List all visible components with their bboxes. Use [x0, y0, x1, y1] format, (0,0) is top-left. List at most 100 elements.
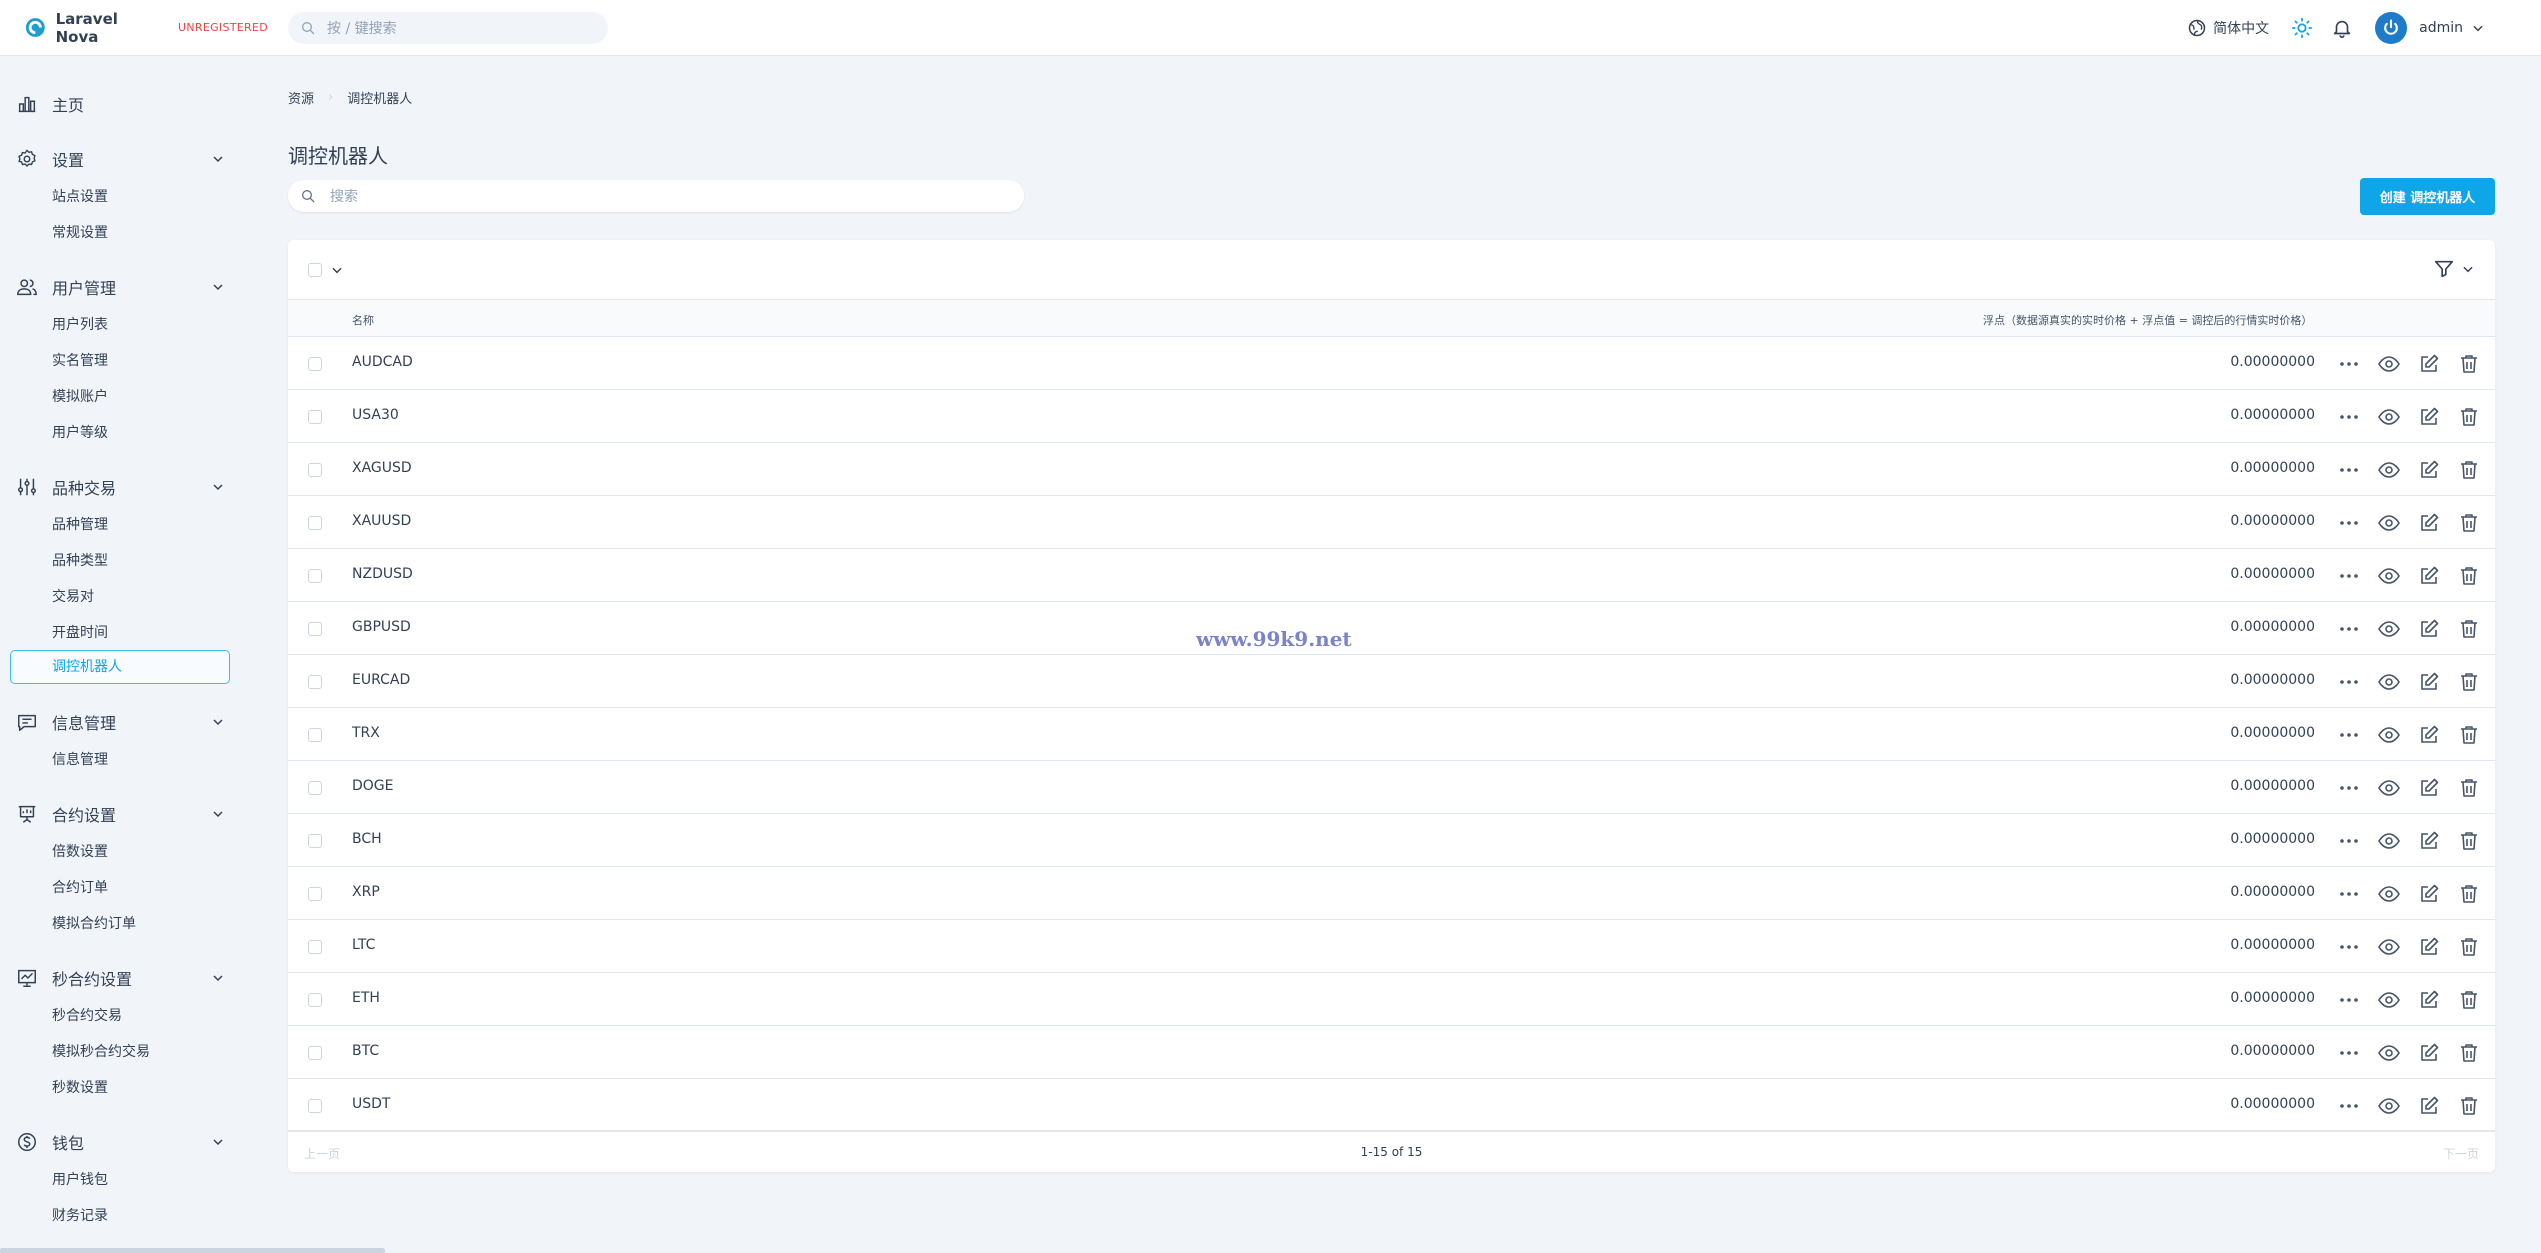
- bell-icon[interactable]: [2331, 17, 2353, 39]
- sidebar-section-messages[interactable]: 信息管理: [16, 708, 226, 736]
- view-eye-icon[interactable]: [2377, 617, 2401, 641]
- row-name[interactable]: XRP: [352, 884, 380, 900]
- sidebar-item-demo-contract-orders[interactable]: 模拟合约订单: [52, 913, 136, 933]
- row-checkbox[interactable]: [308, 410, 322, 424]
- more-icon[interactable]: [2337, 776, 2361, 800]
- row-checkbox[interactable]: [308, 781, 322, 795]
- more-icon[interactable]: [2337, 564, 2361, 588]
- row-checkbox[interactable]: [308, 622, 322, 636]
- filter-button[interactable]: [2433, 258, 2475, 280]
- row-checkbox[interactable]: [308, 569, 322, 583]
- row-name[interactable]: DOGE: [352, 778, 394, 794]
- delete-trash-icon[interactable]: [2457, 935, 2481, 959]
- view-eye-icon[interactable]: [2377, 458, 2401, 482]
- delete-trash-icon[interactable]: [2457, 405, 2481, 429]
- view-eye-icon[interactable]: [2377, 1094, 2401, 1118]
- table-row[interactable]: XRP 0.00000000: [288, 867, 2495, 920]
- sidebar-item-finance-records[interactable]: 财务记录: [52, 1205, 108, 1225]
- user-menu[interactable]: admin: [2375, 12, 2485, 44]
- edit-icon[interactable]: [2417, 511, 2441, 535]
- edit-icon[interactable]: [2417, 617, 2441, 641]
- breadcrumb-root[interactable]: 资源: [288, 88, 314, 107]
- edit-icon[interactable]: [2417, 723, 2441, 747]
- chevron-down-icon[interactable]: [330, 263, 344, 277]
- edit-icon[interactable]: [2417, 670, 2441, 694]
- next-page-button[interactable]: 下一页: [2443, 1145, 2479, 1162]
- row-name[interactable]: BTC: [352, 1043, 379, 1059]
- row-checkbox[interactable]: [308, 1099, 322, 1113]
- delete-trash-icon[interactable]: [2457, 1094, 2481, 1118]
- view-eye-icon[interactable]: [2377, 723, 2401, 747]
- sidebar-section-trading[interactable]: 品种交易: [16, 473, 226, 501]
- edit-icon[interactable]: [2417, 882, 2441, 906]
- sidebar-item-user-wallets[interactable]: 用户钱包: [52, 1169, 108, 1189]
- delete-trash-icon[interactable]: [2457, 458, 2481, 482]
- row-checkbox[interactable]: [308, 834, 322, 848]
- edit-icon[interactable]: [2417, 564, 2441, 588]
- view-eye-icon[interactable]: [2377, 564, 2401, 588]
- global-search[interactable]: 按 / 键搜索: [288, 11, 608, 44]
- edit-icon[interactable]: [2417, 1041, 2441, 1065]
- sidebar-item-home[interactable]: 主页: [16, 90, 226, 118]
- row-name[interactable]: USDT: [352, 1096, 390, 1112]
- row-name[interactable]: USA30: [352, 407, 399, 423]
- sidebar-item-multiplier[interactable]: 倍数设置: [52, 841, 108, 861]
- delete-trash-icon[interactable]: [2457, 352, 2481, 376]
- sidebar-section-users[interactable]: 用户管理: [16, 273, 226, 301]
- more-icon[interactable]: [2337, 829, 2361, 853]
- edit-icon[interactable]: [2417, 829, 2441, 853]
- row-name[interactable]: NZDUSD: [352, 566, 413, 582]
- more-icon[interactable]: [2337, 670, 2361, 694]
- row-checkbox[interactable]: [308, 993, 322, 1007]
- row-checkbox[interactable]: [308, 516, 322, 530]
- edit-icon[interactable]: [2417, 458, 2441, 482]
- more-icon[interactable]: [2337, 882, 2361, 906]
- sidebar-item-messages[interactable]: 信息管理: [52, 749, 108, 769]
- sidebar-section-contracts[interactable]: 合约设置: [16, 800, 226, 828]
- more-icon[interactable]: [2337, 988, 2361, 1012]
- select-all-checkbox[interactable]: [308, 263, 322, 277]
- table-row[interactable]: USDT 0.00000000: [288, 1079, 2495, 1132]
- row-checkbox[interactable]: [308, 675, 322, 689]
- create-robot-button[interactable]: 创建 调控机器人: [2360, 178, 2495, 215]
- sidebar-item-seconds-settings[interactable]: 秒数设置: [52, 1077, 108, 1097]
- table-row[interactable]: GBPUSD 0.00000000: [288, 602, 2495, 655]
- column-header-float[interactable]: 浮点（数据源真实的实时价格 + 浮点值 = 调控后的行情实时价格）: [1983, 312, 2312, 328]
- sidebar-item-pairs[interactable]: 交易对: [52, 586, 94, 606]
- more-icon[interactable]: [2337, 935, 2361, 959]
- sun-icon[interactable]: [2291, 17, 2313, 39]
- delete-trash-icon[interactable]: [2457, 617, 2481, 641]
- row-name[interactable]: ETH: [352, 990, 380, 1006]
- row-name[interactable]: GBPUSD: [352, 619, 411, 635]
- sidebar-item-general-settings[interactable]: 常规设置: [52, 222, 108, 242]
- view-eye-icon[interactable]: [2377, 988, 2401, 1012]
- table-row[interactable]: LTC 0.00000000: [288, 920, 2495, 973]
- sidebar-section-settings[interactable]: 设置: [16, 145, 226, 173]
- row-checkbox[interactable]: [308, 1046, 322, 1060]
- delete-trash-icon[interactable]: [2457, 1041, 2481, 1065]
- table-row[interactable]: XAGUSD 0.00000000: [288, 443, 2495, 496]
- table-row[interactable]: NZDUSD 0.00000000: [288, 549, 2495, 602]
- sidebar-item-user-levels[interactable]: 用户等级: [52, 422, 108, 442]
- sidebar-item-demo-second-trades[interactable]: 模拟秒合约交易: [52, 1041, 150, 1061]
- row-name[interactable]: AUDCAD: [352, 354, 413, 370]
- view-eye-icon[interactable]: [2377, 511, 2401, 535]
- view-eye-icon[interactable]: [2377, 352, 2401, 376]
- more-icon[interactable]: [2337, 1041, 2361, 1065]
- sidebar-section-second-contracts[interactable]: 秒合约设置: [16, 964, 226, 992]
- delete-trash-icon[interactable]: [2457, 670, 2481, 694]
- more-icon[interactable]: [2337, 1094, 2361, 1118]
- edit-icon[interactable]: [2417, 352, 2441, 376]
- table-row[interactable]: AUDCAD 0.00000000: [288, 337, 2495, 390]
- more-icon[interactable]: [2337, 617, 2361, 641]
- table-row[interactable]: TRX 0.00000000: [288, 708, 2495, 761]
- table-row[interactable]: BCH 0.00000000: [288, 814, 2495, 867]
- brand[interactable]: Laravel Nova UNREGISTERED: [24, 10, 268, 46]
- sidebar-item-second-trades[interactable]: 秒合约交易: [52, 1005, 122, 1025]
- row-checkbox[interactable]: [308, 940, 322, 954]
- edit-icon[interactable]: [2417, 988, 2441, 1012]
- view-eye-icon[interactable]: [2377, 829, 2401, 853]
- row-checkbox[interactable]: [308, 357, 322, 371]
- more-icon[interactable]: [2337, 723, 2361, 747]
- more-icon[interactable]: [2337, 458, 2361, 482]
